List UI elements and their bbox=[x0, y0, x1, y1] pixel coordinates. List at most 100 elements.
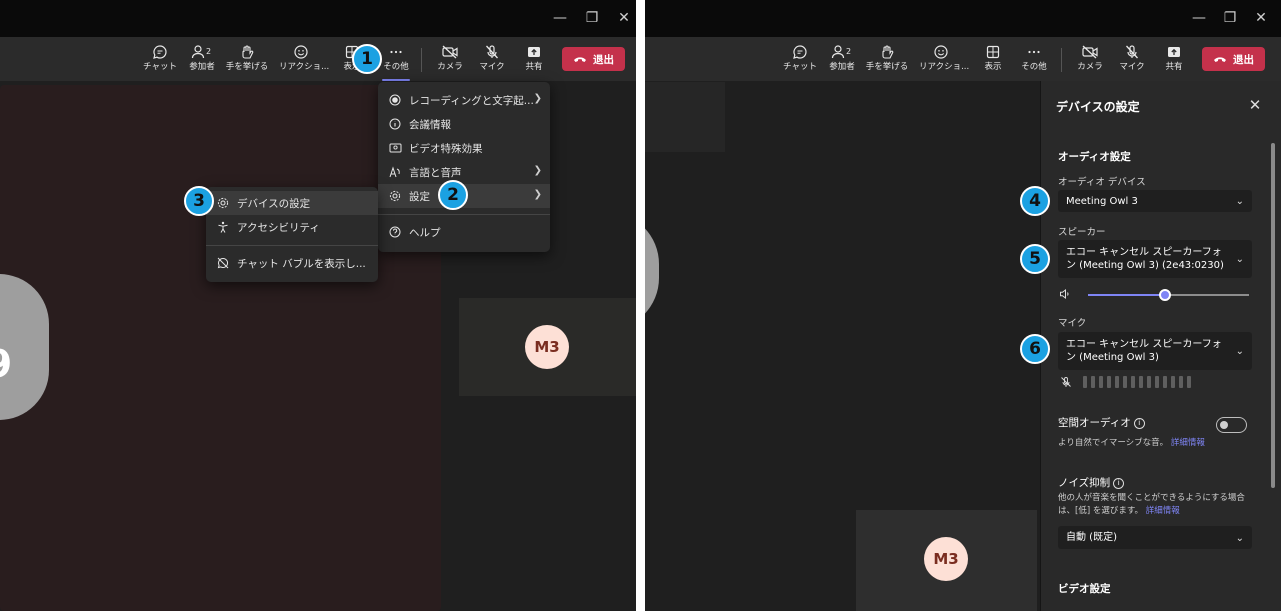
reactions-label: リアクショ... bbox=[919, 62, 970, 72]
noise-suppression-description: 他の人が音楽を聞くことができるようにする場合は、[低] を選びます。 詳細情報 bbox=[1058, 492, 1254, 518]
share-label: 共有 bbox=[525, 62, 543, 72]
restore-icon[interactable]: ❐ bbox=[582, 8, 602, 28]
menu-item-video-effects[interactable]: ビデオ特殊効果 bbox=[378, 136, 550, 160]
noise-suppression-select[interactable]: 自動 (既定) ⌄ bbox=[1058, 526, 1252, 549]
people-icon: 2 bbox=[191, 45, 211, 59]
mic-label: マイク bbox=[1058, 318, 1087, 329]
hand-icon bbox=[882, 45, 894, 59]
share-button[interactable]: 共有 bbox=[512, 43, 556, 77]
video-effects-icon bbox=[388, 141, 402, 155]
submenu-item-accessibility[interactable]: アクセシビリティ bbox=[206, 215, 378, 239]
mic-level-bar bbox=[1099, 376, 1103, 388]
restore-icon[interactable]: ❐ bbox=[1220, 8, 1240, 28]
menu-item-language[interactable]: 言語と音声 ❯ bbox=[378, 160, 550, 184]
camera-button[interactable]: カメラ bbox=[428, 43, 472, 77]
participant-thumbnail[interactable]: M3 bbox=[459, 298, 636, 396]
spatial-audio-toggle[interactable] bbox=[1216, 417, 1247, 433]
raise-hand-label: 手を挙げる bbox=[225, 62, 269, 72]
info-icon[interactable]: i bbox=[1133, 418, 1145, 429]
spatial-audio-desc: より自然でイマーシブな音。 bbox=[1058, 438, 1169, 448]
panel-scrollbar[interactable] bbox=[1271, 143, 1275, 488]
left-meeting-window: — ❐ ✕ チャット 2 参加者 手を挙げる リアクショ... 表示 その他 カ… bbox=[0, 0, 636, 611]
mic-level-bar bbox=[1187, 376, 1191, 388]
chat-icon bbox=[153, 45, 167, 59]
chat-button[interactable]: チャット bbox=[138, 43, 182, 77]
mic-level-bar bbox=[1163, 376, 1167, 388]
close-icon[interactable]: ✕ bbox=[614, 8, 634, 28]
reactions-button[interactable]: リアクショ... bbox=[279, 43, 329, 77]
mic-label: マイク bbox=[1119, 62, 1145, 72]
noise-suppression-row: ノイズ抑制 i bbox=[1058, 475, 1125, 490]
menu-item-label: ビデオ特殊効果 bbox=[409, 142, 483, 155]
right-meeting-window: — ❐ ✕ チャット 2 参加者 手を挙げる リアクショ... 表示 その他 カ… bbox=[645, 0, 1281, 611]
participants-count: 2 bbox=[846, 47, 851, 56]
info-icon[interactable]: i bbox=[1113, 478, 1125, 489]
mic-value: エコー キャンセル スピーカーフォン (Meeting Owl 3) bbox=[1066, 339, 1222, 363]
gear-icon bbox=[388, 189, 402, 203]
chat-button[interactable]: チャット bbox=[778, 43, 822, 77]
close-panel-button[interactable]: ✕ bbox=[1245, 95, 1265, 115]
participant-avatar-large bbox=[645, 212, 659, 330]
chat-bubble-off-icon bbox=[216, 256, 230, 270]
menu-item-label: レコーディングと文字起... bbox=[409, 94, 534, 107]
speaker-select[interactable]: エコー キャンセル スピーカーフォン (Meeting Owl 3) (2e43… bbox=[1058, 240, 1252, 278]
audio-settings-heading: オーディオ設定 bbox=[1058, 151, 1131, 163]
step-badge-6: 6 bbox=[1020, 334, 1050, 364]
chevron-down-icon: ⌄ bbox=[1235, 254, 1244, 265]
camera-button[interactable]: カメラ bbox=[1068, 43, 1112, 77]
chevron-down-icon: ⌄ bbox=[1235, 346, 1244, 357]
mic-label: マイク bbox=[479, 62, 505, 72]
menu-item-help[interactable]: ヘルプ bbox=[378, 220, 550, 244]
avatar-m3: M3 bbox=[525, 325, 569, 369]
speaker-volume-slider[interactable] bbox=[1088, 289, 1249, 301]
gear-icon bbox=[216, 196, 230, 210]
spatial-audio-learn-more-link[interactable]: 詳細情報 bbox=[1171, 438, 1205, 448]
reactions-button[interactable]: リアクショ... bbox=[919, 43, 970, 77]
close-icon[interactable]: ✕ bbox=[1251, 8, 1271, 28]
slider-thumb[interactable] bbox=[1159, 289, 1172, 301]
raise-hand-button[interactable]: 手を挙げる bbox=[225, 43, 269, 77]
chevron-right-icon: ❯ bbox=[533, 93, 542, 104]
more-dots-icon bbox=[1028, 50, 1040, 54]
submenu-item-chat-bubbles[interactable]: チャット バブルを表示し... bbox=[206, 251, 378, 275]
audio-device-value: Meeting Owl 3 bbox=[1066, 195, 1138, 207]
camera-label: カメラ bbox=[437, 62, 463, 72]
accessibility-icon bbox=[216, 220, 230, 234]
noise-suppression-label: ノイズ抑制 bbox=[1058, 477, 1111, 489]
mic-button[interactable]: マイク bbox=[1110, 43, 1154, 77]
share-button[interactable]: 共有 bbox=[1152, 43, 1196, 77]
participants-button[interactable]: 2 参加者 bbox=[180, 43, 224, 77]
leave-label: 退出 bbox=[1233, 53, 1254, 66]
minimize-icon[interactable]: — bbox=[1189, 8, 1209, 28]
mic-level-meter bbox=[1083, 376, 1191, 388]
noise-learn-more-link[interactable]: 詳細情報 bbox=[1146, 506, 1180, 516]
raise-hand-button[interactable]: 手を挙げる bbox=[865, 43, 909, 77]
menu-item-recording[interactable]: レコーディングと文字起... ❯ bbox=[378, 88, 550, 112]
leave-button[interactable]: 退出 bbox=[562, 47, 625, 71]
participants-label: 参加者 bbox=[189, 62, 215, 72]
participants-label: 参加者 bbox=[829, 62, 855, 72]
mic-button[interactable]: マイク bbox=[470, 43, 514, 77]
mic-level-bar bbox=[1147, 376, 1151, 388]
leave-button[interactable]: 退出 bbox=[1202, 47, 1265, 71]
participant-thumbnail[interactable]: M3 bbox=[856, 510, 1037, 611]
mic-select[interactable]: エコー キャンセル スピーカーフォン (Meeting Owl 3) ⌄ bbox=[1058, 332, 1252, 370]
mic-level-bar bbox=[1139, 376, 1143, 388]
speaker-label: スピーカー bbox=[1058, 227, 1106, 238]
hang-up-icon bbox=[1214, 57, 1226, 62]
menu-divider bbox=[206, 245, 378, 246]
avatar-initial: 9 bbox=[0, 342, 12, 386]
hang-up-icon bbox=[574, 57, 586, 62]
participants-button[interactable]: 2 参加者 bbox=[820, 43, 864, 77]
mic-level-bar bbox=[1171, 376, 1175, 388]
view-button[interactable]: 表示 bbox=[971, 43, 1015, 77]
main-video-stage bbox=[0, 85, 441, 611]
minimize-icon[interactable]: — bbox=[550, 8, 570, 28]
menu-item-meeting-info[interactable]: 会議情報 bbox=[378, 112, 550, 136]
submenu-item-device-settings[interactable]: デバイスの設定 bbox=[206, 191, 378, 215]
title-bar: — ❐ ✕ bbox=[0, 0, 636, 37]
mic-level-bar bbox=[1115, 376, 1119, 388]
more-button[interactable]: その他 bbox=[1012, 43, 1056, 77]
audio-device-select[interactable]: Meeting Owl 3 ⌄ bbox=[1058, 190, 1252, 212]
smiley-icon bbox=[294, 45, 308, 59]
